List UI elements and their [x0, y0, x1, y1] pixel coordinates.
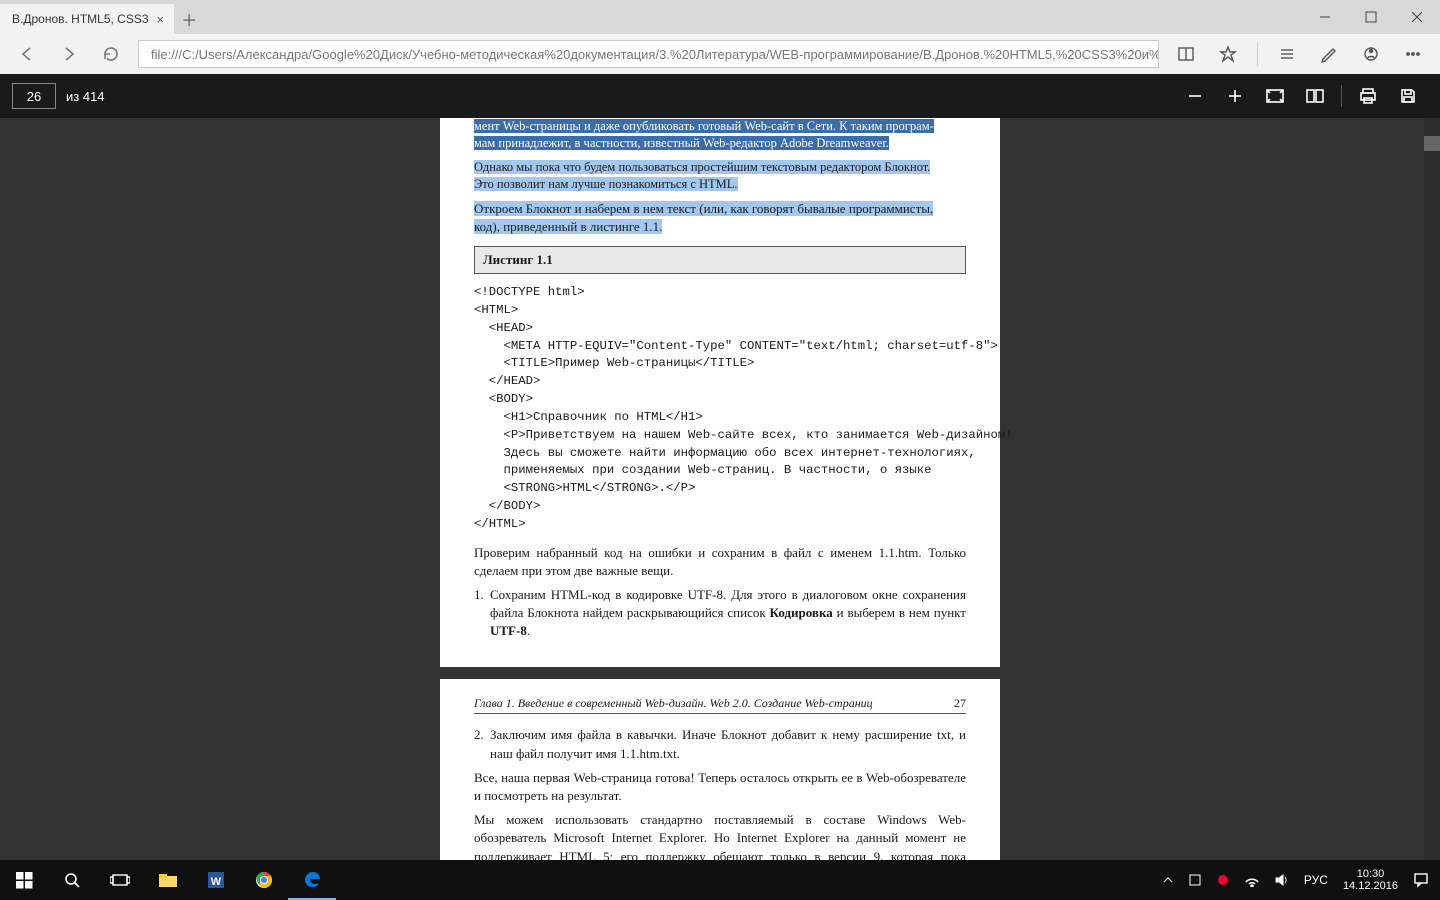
list-item: 2. Заключим имя файла в кавычки. Иначе Б… — [474, 726, 966, 762]
tab-title: В.Дронов. HTML5, CSS3 — [12, 12, 149, 26]
nav-refresh-button[interactable] — [92, 34, 130, 74]
url-text: file:///C:/Users/Александра/Google%20Дис… — [151, 47, 1159, 62]
network-icon[interactable] — [1237, 860, 1267, 900]
body-text: Проверим набранный код на ошибки и сохра… — [474, 544, 966, 580]
tray-icon[interactable] — [1209, 860, 1237, 900]
print-button[interactable] — [1348, 74, 1388, 118]
clock[interactable]: 10:30 14.12.2016 — [1335, 868, 1406, 892]
task-view-button[interactable] — [96, 860, 144, 900]
maximize-button[interactable] — [1348, 0, 1394, 34]
tray-expand-icon[interactable] — [1155, 860, 1181, 900]
minimize-button[interactable] — [1302, 0, 1348, 34]
url-field[interactable]: file:///C:/Users/Александра/Google%20Дис… — [138, 40, 1159, 68]
hub-button[interactable] — [1268, 34, 1306, 74]
reading-view-button[interactable] — [1167, 34, 1205, 74]
pdf-page-26: следят за правильностью расстановки тего… — [440, 118, 1000, 667]
zoom-in-button[interactable] — [1215, 74, 1255, 118]
body-text: Откроем Блокнот и наберем в нем текст (и… — [474, 200, 966, 236]
web-note-button[interactable] — [1310, 34, 1348, 74]
svg-text:W: W — [211, 876, 222, 888]
volume-icon[interactable] — [1267, 860, 1297, 900]
tab-bar: В.Дронов. HTML5, CSS3 × ＋ — [0, 0, 1440, 34]
body-text: Однако мы пока что будем пользоваться пр… — [474, 159, 966, 194]
pdf-viewport[interactable]: следят за правильностью расстановки тего… — [0, 118, 1440, 860]
clock-date: 14.12.2016 — [1343, 880, 1398, 892]
share-button[interactable] — [1352, 34, 1390, 74]
code-listing: <!DOCTYPE html> <HTML> <HEAD> <META HTTP… — [474, 284, 966, 534]
close-tab-icon[interactable]: × — [157, 12, 165, 27]
scrollbar[interactable] — [1424, 118, 1440, 860]
browser-chrome: В.Дронов. HTML5, CSS3 × ＋ file:///C:/Use… — [0, 0, 1440, 74]
start-button[interactable] — [0, 860, 48, 900]
pdf-pages: следят за правильностью расстановки тего… — [440, 118, 1000, 820]
nav-back-button[interactable] — [8, 34, 46, 74]
pdf-toolbar: из 414 — [0, 74, 1440, 118]
search-button[interactable] — [48, 860, 96, 900]
fit-page-button[interactable] — [1255, 74, 1295, 118]
edge-button[interactable] — [288, 860, 336, 900]
taskbar: W РУС 10:30 14.12.2016 — [0, 860, 1440, 900]
separator — [1341, 85, 1342, 107]
chapter-title: Глава 1. Введение в современный Web-диза… — [474, 695, 873, 712]
action-center-icon[interactable] — [1406, 860, 1436, 900]
scrollbar-thumb[interactable] — [1424, 136, 1440, 151]
page-number-input[interactable] — [12, 83, 56, 109]
body-text: Все, наша первая Web-страница готова! Те… — [474, 769, 966, 805]
window-controls — [1302, 0, 1440, 34]
clock-time: 10:30 — [1357, 868, 1385, 880]
new-tab-button[interactable]: ＋ — [174, 4, 204, 34]
page-total: из 414 — [66, 89, 105, 104]
page-view-button[interactable] — [1295, 74, 1335, 118]
body-text: Мы можем использовать стандартно поставл… — [474, 811, 966, 860]
language-indicator[interactable]: РУС — [1297, 860, 1335, 900]
browser-tab[interactable]: В.Дронов. HTML5, CSS3 × — [0, 4, 174, 34]
file-explorer-button[interactable] — [144, 860, 192, 900]
tray-icon[interactable] — [1181, 860, 1209, 900]
save-button[interactable] — [1388, 74, 1428, 118]
zoom-out-button[interactable] — [1175, 74, 1215, 118]
word-button[interactable]: W — [192, 860, 240, 900]
address-bar: file:///C:/Users/Александра/Google%20Дис… — [0, 34, 1440, 74]
favorite-button[interactable] — [1209, 34, 1247, 74]
more-button[interactable] — [1394, 34, 1432, 74]
close-window-button[interactable] — [1394, 0, 1440, 34]
pdf-page-27: Глава 1. Введение в современный Web-диза… — [440, 679, 1000, 860]
listing-header: Листинг 1.1 — [474, 246, 966, 274]
chrome-button[interactable] — [240, 860, 288, 900]
page-header: Глава 1. Введение в современный Web-диза… — [474, 695, 966, 715]
list-item: 1. Сохраним HTML-код в кодировке UTF-8. … — [474, 586, 966, 641]
nav-forward-button[interactable] — [50, 34, 88, 74]
separator — [1257, 42, 1258, 66]
system-tray: РУС 10:30 14.12.2016 — [1155, 860, 1440, 900]
body-text: следят за правильностью расстановки тего… — [474, 118, 966, 153]
page-number: 27 — [954, 695, 966, 712]
